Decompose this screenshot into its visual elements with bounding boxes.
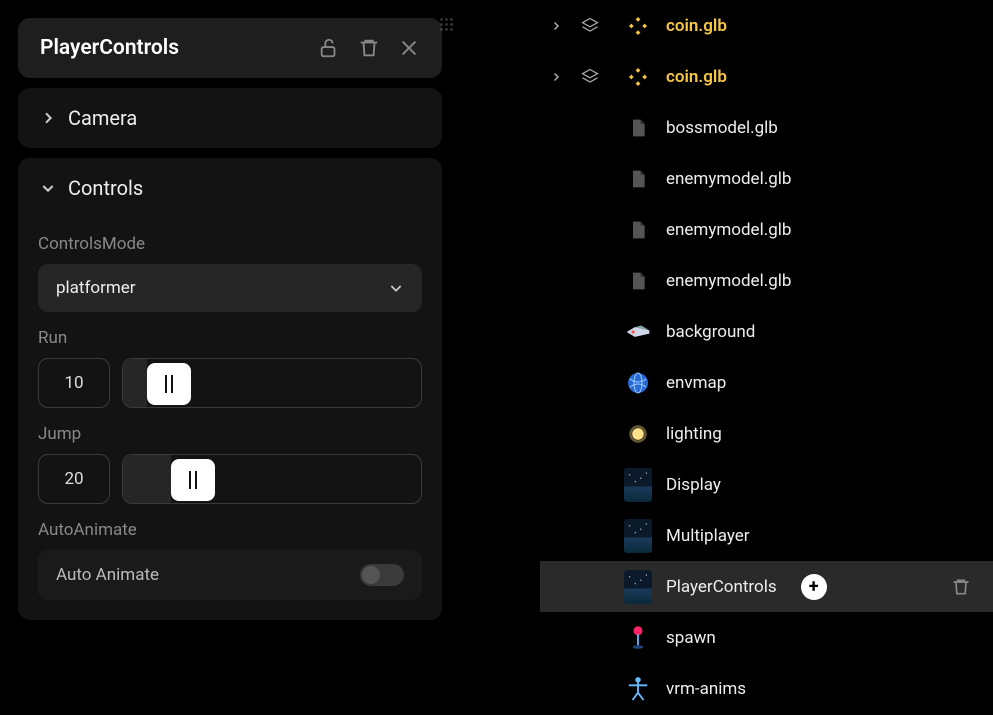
- hierarchy-item-label: enemymodel.glb: [666, 169, 791, 189]
- hierarchy-item[interactable]: PlayerControls +: [540, 561, 993, 612]
- hierarchy-item-label: lighting: [666, 424, 722, 444]
- inspector-title: PlayerControls: [40, 36, 179, 60]
- layers-icon: [580, 16, 600, 36]
- sun-icon: [624, 420, 652, 448]
- jump-slider-thumb[interactable]: [171, 459, 215, 501]
- jump-label: Jump: [38, 424, 422, 444]
- unlock-icon[interactable]: [318, 37, 340, 59]
- hierarchy-item-label: PlayerControls: [666, 577, 777, 597]
- hierarchy-item[interactable]: vrm-anims: [540, 663, 993, 714]
- hierarchy-item-label: background: [666, 322, 755, 342]
- hierarchy-item[interactable]: background: [540, 306, 993, 357]
- chevron-right-icon: [40, 110, 56, 126]
- section-controls-title: Controls: [68, 176, 143, 200]
- run-label: Run: [38, 328, 422, 348]
- hierarchy-item[interactable]: enemymodel.glb: [540, 153, 993, 204]
- jump-slider[interactable]: [122, 454, 422, 504]
- run-control: 10: [38, 358, 422, 408]
- trash-icon[interactable]: [951, 577, 971, 597]
- run-slider[interactable]: [122, 358, 422, 408]
- hierarchy-item-label: enemymodel.glb: [666, 271, 791, 291]
- hierarchy-item-label: Multiplayer: [666, 526, 750, 546]
- trash-icon[interactable]: [358, 37, 380, 59]
- hierarchy-item[interactable]: coin.glb: [540, 0, 993, 51]
- file-icon: [624, 216, 652, 244]
- diamond-gold-icon: [624, 63, 652, 91]
- section-controls-header[interactable]: Controls: [18, 158, 442, 218]
- hierarchy-item[interactable]: coin.glb: [540, 51, 993, 102]
- ship-icon: [624, 318, 652, 346]
- hierarchy-item-label: spawn: [666, 628, 716, 648]
- section-camera-header[interactable]: Camera: [18, 88, 442, 148]
- autoanimate-toggle[interactable]: [360, 564, 404, 586]
- hierarchy-item-label: enemymodel.glb: [666, 220, 791, 240]
- hierarchy-item-label: coin.glb: [666, 67, 727, 87]
- hierarchy-item[interactable]: bossmodel.glb: [540, 102, 993, 153]
- globe-icon: [624, 369, 652, 397]
- controlsmode-label: ControlsMode: [38, 234, 422, 254]
- run-slider-thumb[interactable]: [147, 363, 191, 405]
- file-icon: [624, 114, 652, 142]
- hierarchy-item-label: envmap: [666, 373, 726, 393]
- section-camera-title: Camera: [68, 106, 137, 130]
- controlsmode-value: platformer: [56, 278, 136, 298]
- scene-icon: [624, 522, 652, 550]
- chevron-right-icon[interactable]: [550, 20, 566, 32]
- scene-icon: [624, 573, 652, 601]
- hierarchy-item[interactable]: envmap: [540, 357, 993, 408]
- chevron-right-icon[interactable]: [550, 71, 566, 83]
- inspector-panel: PlayerControls Camera Contro: [18, 18, 442, 620]
- hierarchy-item[interactable]: enemymodel.glb: [540, 255, 993, 306]
- hierarchy-item-label: bossmodel.glb: [666, 118, 778, 138]
- hierarchy-item[interactable]: enemymodel.glb: [540, 204, 993, 255]
- jump-value-input[interactable]: 20: [38, 454, 110, 504]
- chevron-down-icon: [40, 180, 56, 196]
- file-icon: [624, 165, 652, 193]
- jump-control: 20: [38, 454, 422, 504]
- layers-icon: [580, 67, 600, 87]
- file-icon: [624, 267, 652, 295]
- inspector-header: PlayerControls: [18, 18, 442, 78]
- add-button[interactable]: +: [801, 574, 827, 600]
- hierarchy-item[interactable]: Multiplayer: [540, 510, 993, 561]
- section-camera: Camera: [18, 88, 442, 148]
- hierarchy-item-label: Display: [666, 475, 721, 495]
- hierarchy-item[interactable]: Display: [540, 459, 993, 510]
- controlsmode-select[interactable]: platformer: [38, 264, 422, 312]
- hierarchy-item-label: vrm-anims: [666, 679, 746, 699]
- drag-handle[interactable]: [440, 18, 454, 36]
- autoanimate-label: AutoAnimate: [38, 520, 422, 540]
- hierarchy-item[interactable]: lighting: [540, 408, 993, 459]
- diamond-gold-icon: [624, 12, 652, 40]
- hierarchy-panel: coin.glb coin.glb bossmodel.glb enemymodel.…: [540, 0, 993, 715]
- run-value-input[interactable]: 10: [38, 358, 110, 408]
- rig-icon: [624, 675, 652, 703]
- chevron-down-icon: [388, 280, 404, 296]
- section-controls: Controls ControlsMode platformer Run 10 …: [18, 158, 442, 620]
- hierarchy-item-label: coin.glb: [666, 16, 727, 36]
- autoanimate-row: Auto Animate: [38, 550, 422, 600]
- hierarchy-item[interactable]: spawn: [540, 612, 993, 663]
- pin-icon: [624, 624, 652, 652]
- autoanimate-row-label: Auto Animate: [56, 565, 159, 585]
- close-icon[interactable]: [398, 37, 420, 59]
- scene-icon: [624, 471, 652, 499]
